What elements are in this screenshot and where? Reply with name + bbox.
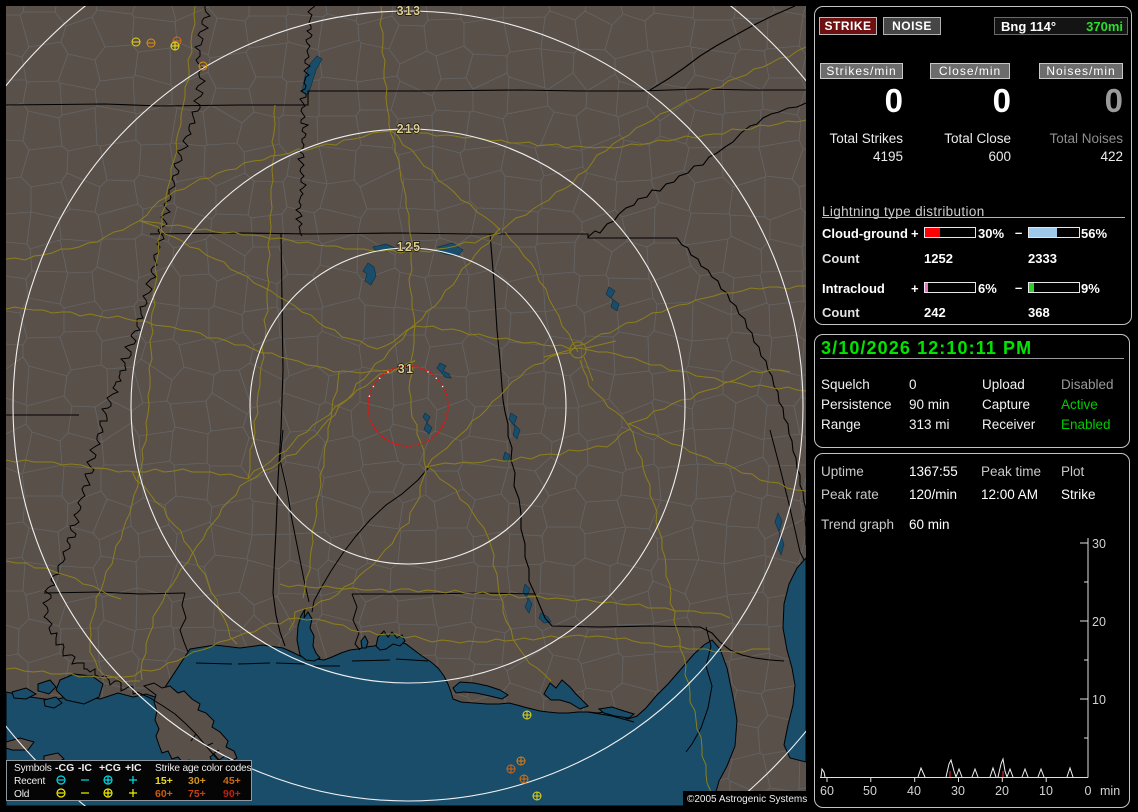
svg-text:60: 60 bbox=[820, 784, 834, 798]
svg-text:20: 20 bbox=[995, 784, 1009, 798]
svg-text:75+: 75+ bbox=[188, 788, 206, 800]
svg-text:0: 0 bbox=[1085, 784, 1092, 798]
svg-text:+IC: +IC bbox=[125, 762, 142, 774]
svg-text:50: 50 bbox=[863, 784, 877, 798]
svg-text:30: 30 bbox=[1092, 537, 1106, 551]
svg-text:30+: 30+ bbox=[188, 775, 206, 787]
svg-text:45+: 45+ bbox=[223, 775, 241, 787]
svg-text:219: 219 bbox=[397, 122, 422, 136]
svg-text:60+: 60+ bbox=[155, 788, 173, 800]
svg-text:125: 125 bbox=[397, 240, 422, 254]
svg-text:Symbols: Symbols bbox=[14, 763, 52, 774]
svg-text:Recent: Recent bbox=[14, 776, 45, 787]
svg-text:-IC: -IC bbox=[78, 762, 92, 774]
svg-text:10: 10 bbox=[1039, 784, 1053, 798]
svg-text:min: min bbox=[1100, 784, 1120, 798]
svg-text:+CG: +CG bbox=[99, 762, 121, 774]
svg-text:30: 30 bbox=[951, 784, 965, 798]
svg-text:10: 10 bbox=[1092, 693, 1106, 707]
svg-text:90+: 90+ bbox=[223, 788, 241, 800]
svg-text:-CG: -CG bbox=[55, 762, 74, 774]
svg-text:15+: 15+ bbox=[155, 775, 173, 787]
svg-text:313: 313 bbox=[397, 6, 422, 18]
svg-text:31: 31 bbox=[398, 362, 415, 376]
svg-text:20: 20 bbox=[1092, 615, 1106, 629]
svg-text:Old: Old bbox=[14, 789, 30, 800]
svg-text:Strike age color codes: Strike age color codes bbox=[155, 763, 251, 774]
svg-text:40: 40 bbox=[907, 784, 921, 798]
